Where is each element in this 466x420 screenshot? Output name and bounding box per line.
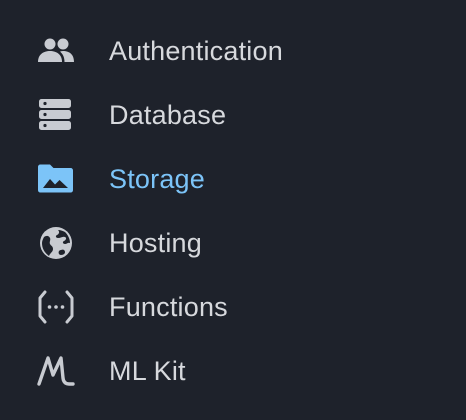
folder-image-icon <box>36 161 76 197</box>
sidebar-item-database[interactable]: Database <box>0 83 466 147</box>
sidebar-item-label: Functions <box>109 292 228 322</box>
sidebar-item-label: Hosting <box>109 228 202 258</box>
globe-icon <box>36 225 76 261</box>
people-icon <box>36 33 76 69</box>
sidebar-item-label: Storage <box>109 164 205 194</box>
functions-icon <box>36 289 76 325</box>
sidebar-item-label: Database <box>109 100 227 130</box>
ml-kit-icon <box>36 353 76 389</box>
sidebar-item-label: Authentication <box>109 36 283 66</box>
sidebar-item-storage[interactable]: Storage <box>0 147 466 211</box>
sidebar-item-hosting[interactable]: Hosting <box>0 211 466 275</box>
sidebar-item-ml-kit[interactable]: ML Kit <box>0 339 466 403</box>
sidebar-nav: Authentication Database Storage Hosting … <box>0 0 466 420</box>
sidebar-item-label: ML Kit <box>109 356 186 386</box>
sidebar-item-authentication[interactable]: Authentication <box>0 19 466 83</box>
sidebar-item-functions[interactable]: Functions <box>0 275 466 339</box>
database-icon <box>36 97 76 133</box>
